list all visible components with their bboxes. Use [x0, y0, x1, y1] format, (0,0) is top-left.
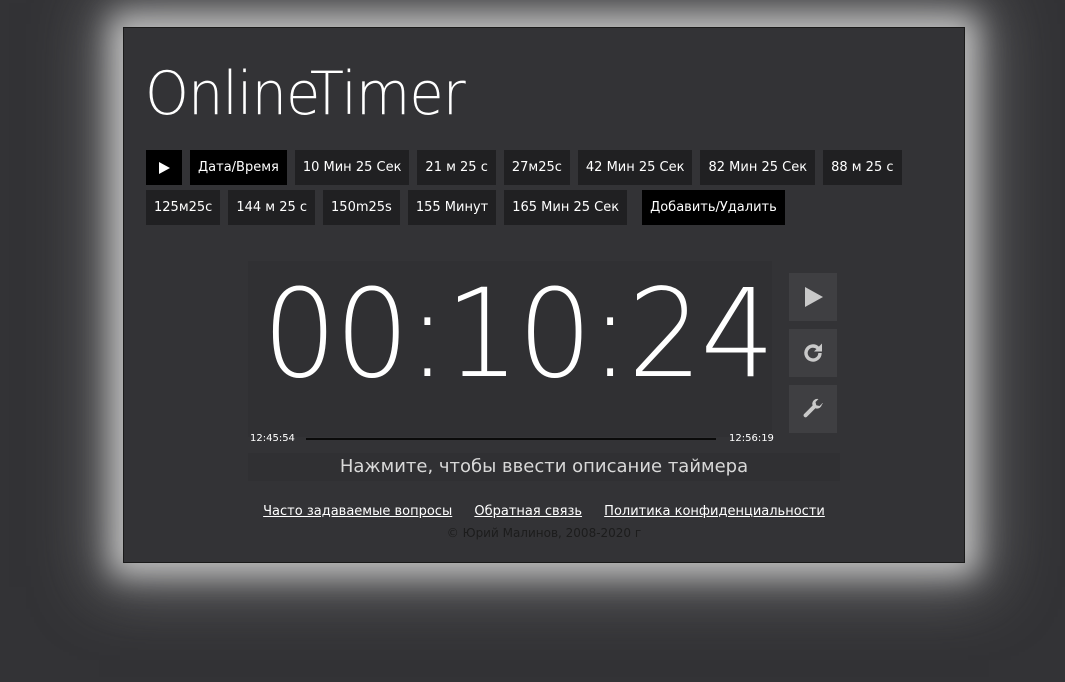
preset-date-time[interactable]: Дата/Время [190, 150, 287, 185]
preset-42m25s[interactable]: 42 Мин 25 Сек [577, 150, 693, 185]
preset-155m[interactable]: 155 Минут [407, 190, 497, 225]
preset-row-1: Дата/Время 10 Мин 25 Сек 21 м 25 с 27м25… [146, 150, 906, 185]
play-icon [805, 287, 823, 307]
end-time-label: 12:56:19 [729, 433, 774, 444]
site-logo[interactable]: OnlineTimer [145, 64, 466, 124]
reset-button[interactable] [789, 329, 837, 377]
play-icon [158, 161, 170, 174]
add-remove-button[interactable]: Добавить/Удалить [642, 190, 785, 225]
start-button[interactable] [789, 273, 837, 321]
footer-links: Часто задаваемые вопросы Обратная связь … [124, 504, 964, 519]
preset-27m25s[interactable]: 27м25с [503, 150, 570, 185]
refresh-icon [804, 343, 822, 362]
preset-165m25s[interactable]: 165 Мин 25 Сек [504, 190, 628, 225]
start-time-label: 12:45:54 [250, 433, 295, 444]
preset-bar: Дата/Время 10 Мин 25 Сек 21 м 25 с 27м25… [146, 150, 906, 230]
feedback-link[interactable]: Обратная связь [474, 504, 582, 519]
faq-link[interactable]: Часто задаваемые вопросы [263, 504, 452, 519]
settings-button[interactable] [789, 385, 837, 433]
timer-display[interactable]: 00:10:24 [262, 273, 775, 395]
privacy-link[interactable]: Политика конфиденциальности [604, 504, 825, 519]
preset-88m25s[interactable]: 88 м 25 с [823, 150, 902, 185]
timer-description-input[interactable]: Нажмите, чтобы ввести описание таймера [248, 453, 840, 481]
preset-150m25s[interactable]: 150m25s [323, 190, 400, 225]
timer-panel: OnlineTimer Дата/Время 10 Мин 25 Сек 21 … [123, 27, 965, 563]
preset-82m25s[interactable]: 82 Мин 25 Сек [700, 150, 816, 185]
progress-bar [306, 438, 716, 440]
preset-row-2: 125м25с 144 м 25 с 150m25s 155 Минут 165… [146, 190, 906, 225]
preset-10m25s[interactable]: 10 Мин 25 Сек [294, 150, 410, 185]
preset-144m25s[interactable]: 144 м 25 с [228, 190, 316, 225]
preset-21m25s[interactable]: 21 м 25 с [417, 150, 496, 185]
preset-125m25s[interactable]: 125м25с [146, 190, 221, 225]
quick-play-button[interactable] [146, 150, 182, 185]
wrench-icon [803, 398, 823, 418]
copyright-text: © Юрий Малинов, 2008-2020 г [446, 526, 642, 540]
